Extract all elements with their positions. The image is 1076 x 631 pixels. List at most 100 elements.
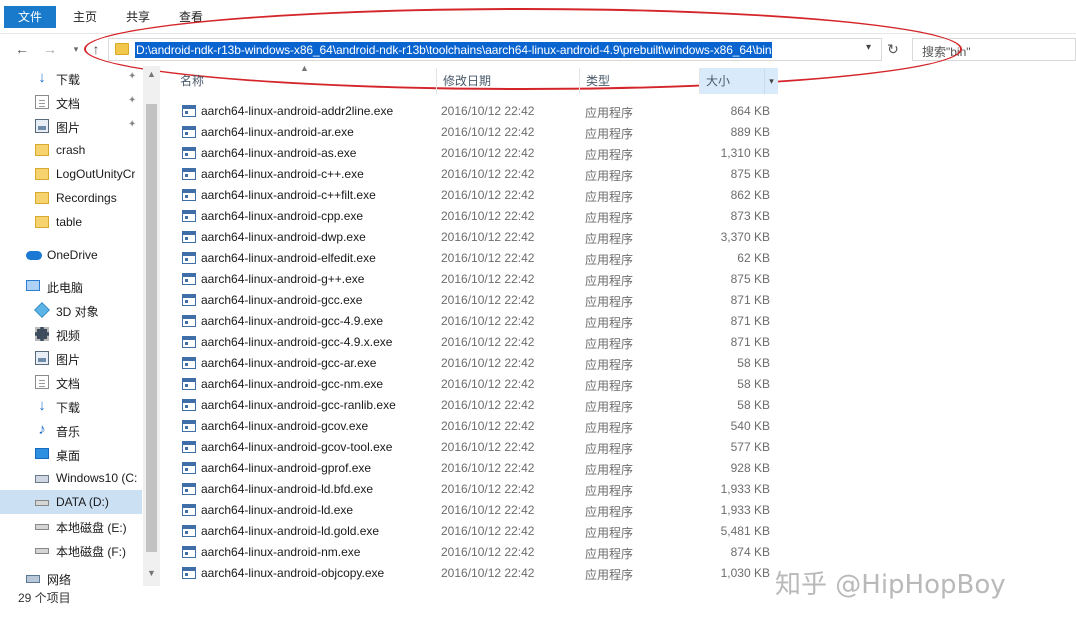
file-row[interactable]: aarch64-linux-android-c++filt.exe 2016/10… [176,185,776,206]
file-type: 应用程序 [585,442,634,456]
scrollbar-thumb[interactable] [146,104,157,552]
column-header-type[interactable]: 类型 [579,68,699,94]
scroll-up-icon[interactable]: ▲ [147,69,156,79]
application-exe-icon [182,168,196,180]
navigation-pane-scrollbar[interactable]: ▲ ▼ [143,66,160,586]
file-type: 应用程序 [585,463,634,477]
file-row[interactable]: aarch64-linux-android-gprof.exe 2016/10/1… [176,458,776,479]
sidebar-item[interactable]: 此电脑 [0,274,142,298]
tab-home[interactable]: 主页 [73,6,97,28]
file-row[interactable]: aarch64-linux-android-gcc-4.9.x.exe 2016/… [176,332,776,353]
sidebar-item[interactable]: LogOutUnityCr [0,162,142,186]
file-row[interactable]: aarch64-linux-android-as.exe 2016/10/12 2… [176,143,776,164]
sidebar-item[interactable]: Windows10 (C: [0,466,142,490]
column-header-size[interactable]: 大小 [699,68,764,94]
back-arrow-icon[interactable]: ← [13,40,31,58]
tab-view[interactable]: 查看 [179,6,203,28]
tab-file[interactable]: 文件 [4,6,56,28]
sidebar-item[interactable]: DATA (D:) [0,490,142,514]
sidebar-item[interactable]: table [0,210,142,234]
recent-locations-chevron-icon[interactable]: ▾ [67,40,85,58]
sidebar-item-label: 此电脑 [47,281,84,295]
file-modified-date: 2016/10/12 22:42 [441,482,535,496]
file-size: 875 KB [730,272,770,286]
refresh-icon[interactable]: ↻ [884,39,902,59]
sidebar-item[interactable]: 本地磁盘 (F:) [0,538,142,562]
sidebar-item[interactable]: 视频 [0,322,142,346]
file-row[interactable]: aarch64-linux-android-ld.gold.exe 2016/10… [176,521,776,542]
file-row[interactable]: aarch64-linux-android-gcc-nm.exe 2016/10/… [176,374,776,395]
file-name: aarch64-linux-android-ld.exe [201,503,354,517]
application-exe-icon [182,147,196,159]
forward-arrow-icon[interactable]: → [41,40,59,58]
file-name: aarch64-linux-android-as.exe [201,146,357,160]
file-row[interactable]: aarch64-linux-android-c++.exe 2016/10/12 … [176,164,776,185]
file-row[interactable]: aarch64-linux-android-gcc-ar.exe 2016/10/… [176,353,776,374]
sidebar-item-label: table [56,215,83,229]
sidebar-item[interactable]: crash [0,138,142,162]
sidebar-item[interactable]: 桌面 [0,442,142,466]
file-type: 应用程序 [585,253,634,267]
application-exe-icon [182,294,196,306]
sidebar-item-label: 文档 [56,377,81,391]
file-row[interactable]: aarch64-linux-android-gcov-tool.exe 2016/… [176,437,776,458]
file-type: 应用程序 [585,337,634,351]
application-exe-icon [182,420,196,432]
sidebar-item[interactable]: ♪ 音乐 [0,418,142,442]
size-column-dropdown-icon[interactable]: ▾ [764,68,778,94]
address-path[interactable]: D:\android-ndk-r13b-windows-x86_64\andro… [135,42,773,58]
file-row[interactable]: aarch64-linux-android-gcc-ranlib.exe 2016… [176,395,776,416]
sidebar-item-label: Recordings [56,191,117,205]
file-row[interactable]: aarch64-linux-android-dwp.exe 2016/10/12 … [176,227,776,248]
file-row[interactable]: aarch64-linux-android-gcov.exe 2016/10/12… [176,416,776,437]
file-modified-date: 2016/10/12 22:42 [441,545,535,559]
file-type: 应用程序 [585,379,634,393]
application-exe-icon [182,441,196,453]
application-exe-icon [182,378,196,390]
sidebar-item[interactable]: ↓ 下载 [0,394,142,418]
sidebar-item[interactable]: Recordings [0,186,142,210]
sidebar-item[interactable]: 文档 [0,370,142,394]
file-modified-date: 2016/10/12 22:42 [441,335,535,349]
column-header-date[interactable]: 修改日期 [436,68,579,94]
sidebar-item-label: OneDrive [47,248,98,262]
music-note-icon: ♪ [38,421,46,438]
file-row[interactable]: aarch64-linux-android-g++.exe 2016/10/12 … [176,269,776,290]
address-bar[interactable]: D:\android-ndk-r13b-windows-x86_64\andro… [108,38,882,61]
address-dropdown-chevron-icon[interactable]: ▾ [866,42,871,53]
column-header-name[interactable]: 名称 [174,68,436,94]
scroll-down-icon[interactable]: ▼ [147,568,156,578]
sidebar-item[interactable]: 本地磁盘 (E:) [0,514,142,538]
application-exe-icon [182,567,196,579]
file-row[interactable]: aarch64-linux-android-nm.exe 2016/10/12 2… [176,542,776,563]
file-type: 应用程序 [585,295,634,309]
file-row[interactable]: aarch64-linux-android-ar.exe 2016/10/12 2… [176,122,776,143]
file-row[interactable]: aarch64-linux-android-gcc.exe 2016/10/12 … [176,290,776,311]
sidebar-item[interactable]: OneDrive [0,243,142,267]
sidebar-item[interactable]: 3D 对象 [0,298,142,322]
sidebar-item[interactable]: 图片 [0,346,142,370]
file-modified-date: 2016/10/12 22:42 [441,251,535,265]
file-row[interactable]: aarch64-linux-android-ld.exe 2016/10/12 2… [176,500,776,521]
sidebar-item[interactable]: 图片 ✦ [0,114,142,138]
file-name: aarch64-linux-android-c++.exe [201,167,364,181]
sidebar-item[interactable]: 文档 ✦ [0,90,142,114]
file-modified-date: 2016/10/12 22:42 [441,356,535,370]
sidebar-item-label: 图片 [56,121,81,135]
file-modified-date: 2016/10/12 22:42 [441,461,535,475]
file-row[interactable]: aarch64-linux-android-cpp.exe 2016/10/12 … [176,206,776,227]
sidebar-item[interactable]: ↓ 下载 ✦ [0,66,142,90]
file-modified-date: 2016/10/12 22:42 [441,230,535,244]
video-icon [35,327,49,341]
file-row[interactable]: aarch64-linux-android-addr2line.exe 2016/… [176,101,776,122]
file-row[interactable]: aarch64-linux-android-gcc-4.9.exe 2016/10… [176,311,776,332]
file-row[interactable]: aarch64-linux-android-elfedit.exe 2016/10… [176,248,776,269]
search-box[interactable]: 搜索"bin" [912,38,1076,61]
application-exe-icon [182,210,196,222]
tab-share[interactable]: 共享 [126,6,150,28]
sidebar-item[interactable]: 网络 [0,566,142,590]
up-arrow-icon[interactable]: ↑ [87,40,105,58]
file-row[interactable]: aarch64-linux-android-objcopy.exe 2016/10… [176,563,776,584]
file-row[interactable]: aarch64-linux-android-ld.bfd.exe 2016/10/… [176,479,776,500]
file-name: aarch64-linux-android-c++filt.exe [201,188,376,202]
